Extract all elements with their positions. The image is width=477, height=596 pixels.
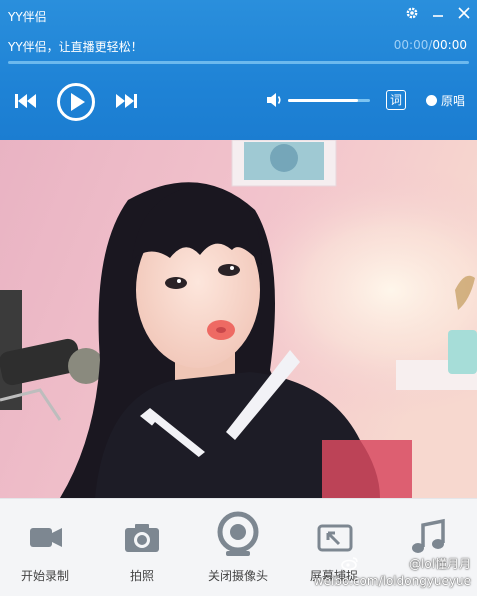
time-total: 00:00 [432,38,467,52]
close-camera-button[interactable]: 关闭摄像头 [193,499,283,596]
next-track-icon[interactable] [114,92,138,114]
start-recording-button[interactable]: 开始录制 [0,499,90,596]
play-button[interactable] [56,82,96,126]
title-bar[interactable]: YY伴侣 [0,0,477,28]
close-icon[interactable] [455,4,473,22]
settings-gear-icon[interactable] [403,4,421,22]
song-title: YY伴侣，让直播更轻松！ [8,40,143,54]
photo-camera-icon [97,517,187,557]
watermark: @lol懂月月 weibo.com/loldongyueyue [313,557,471,588]
bottom-toolbar: 开始录制 拍照 关闭摄像头 屏幕捕捉 @lol懂月月 weibo.com/lol… [0,498,477,596]
webcam-icon [193,511,283,557]
close-camera-label: 关闭摄像头 [207,569,268,583]
lyrics-button[interactable]: 词 [386,90,406,110]
take-photo-button[interactable]: 拍照 [97,499,187,596]
volume-icon[interactable] [266,92,284,112]
minimize-icon[interactable] [429,4,447,22]
app-title: YY伴侣 [8,10,47,24]
camera-feed-image [0,140,477,498]
watermark-handle: @lol懂月月 [408,557,471,571]
weibo-logo-icon [341,555,359,574]
volume-fill [288,99,358,102]
start-recording-label: 开始录制 [20,569,69,583]
original-vocals-label: 原唱 [441,94,466,108]
player-panel: YY伴侣 YY伴侣，让直播更轻松！ 00:00/00:00 词 原唱 [0,0,477,140]
volume-slider[interactable] [288,99,370,102]
previous-track-icon[interactable] [14,92,38,114]
progress-bar[interactable] [8,61,469,64]
watermark-url: weibo.com/loldongyueyue [313,574,471,588]
original-vocals-radio[interactable] [426,95,437,106]
video-camera-icon [0,517,90,557]
time-display: 00:00/00:00 [394,38,467,52]
take-photo-label: 拍照 [129,569,154,583]
camera-preview [0,140,477,498]
time-current: 00:00 [393,38,429,52]
music-note-icon [385,517,475,557]
screen-capture-icon [289,517,379,557]
